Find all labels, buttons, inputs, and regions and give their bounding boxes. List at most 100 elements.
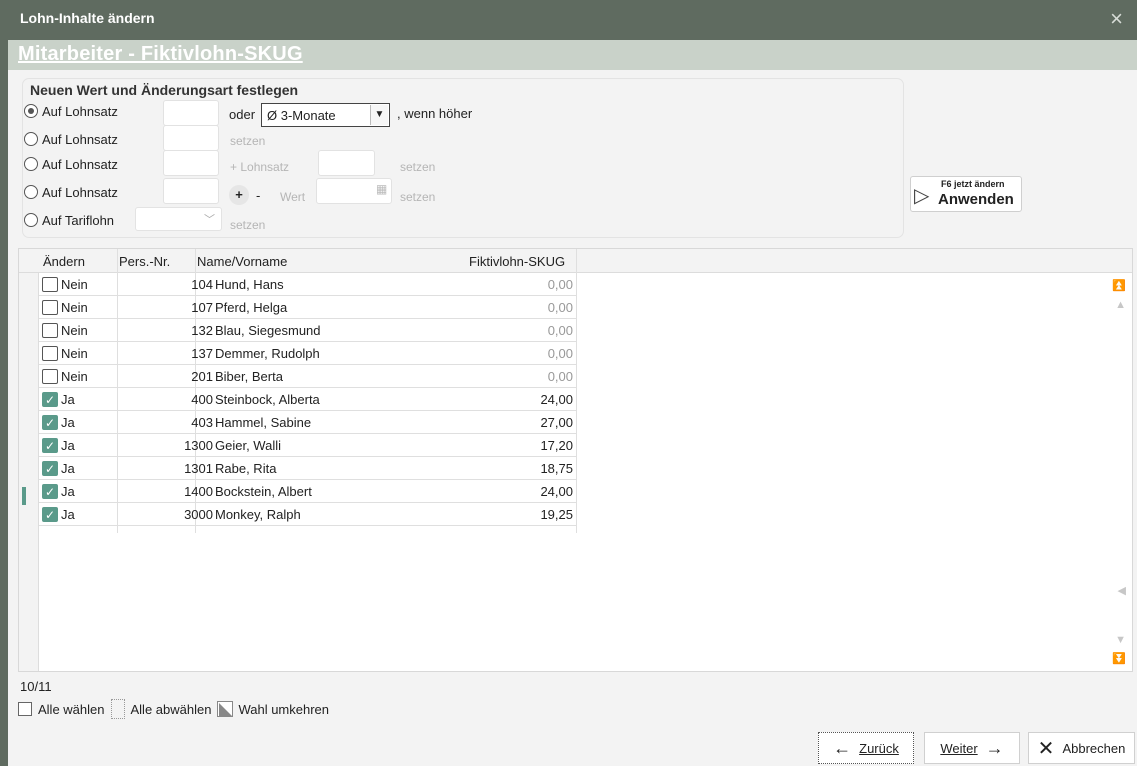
back-label: Zurück [859, 740, 899, 756]
header-band: Mitarbeiter - Fiktivlohn-SKUG [8, 40, 1137, 70]
next-label: Weiter [940, 740, 978, 756]
panel-title: Neuen Wert und Änderungsart festlegen [30, 82, 299, 98]
column-header-aendern[interactable]: Ändern [43, 254, 85, 269]
deselect-all-icon[interactable] [110, 699, 125, 719]
employee-name: Pferd, Helga [215, 300, 288, 315]
column-header-persnr[interactable]: Pers.-Nr. [119, 254, 170, 269]
select-all-icon[interactable] [18, 702, 32, 716]
table-row[interactable]: ✓ Ja 3000 Monkey, Ralph 19,25 [39, 503, 577, 526]
radio-button[interactable] [24, 185, 38, 199]
change-checkbox[interactable] [42, 300, 58, 315]
select-all-button[interactable]: Alle wählen [38, 702, 105, 717]
table-row[interactable]: Nein 104 Hund, Hans 0,00 [39, 273, 577, 296]
calculator-icon[interactable]: ▦ [376, 182, 387, 196]
radio-button[interactable] [24, 104, 38, 118]
pers-nr: 1301 [184, 461, 213, 476]
change-checkbox[interactable]: ✓ [42, 461, 58, 476]
table-row[interactable]: Nein 201 Biber, Berta 0,00 [39, 365, 577, 388]
average-select[interactable]: Ø 3-Monate ▼ [261, 103, 390, 127]
deselect-all-button[interactable]: Alle abwählen [131, 702, 212, 717]
option-tariflohn[interactable]: Auf Tariflohn [24, 210, 114, 230]
lohnsatz-input-4[interactable] [163, 178, 219, 204]
minus-label[interactable]: - [256, 188, 260, 203]
change-checkbox[interactable] [42, 323, 58, 338]
column-header-fiktivlohn[interactable]: Fiktivlohn-SKUG [469, 254, 565, 269]
change-checkbox[interactable]: ✓ [42, 438, 58, 453]
chevron-down-icon[interactable]: ▼ [370, 105, 388, 125]
change-label: Ja [61, 484, 75, 499]
table-row[interactable]: Nein 137 Demmer, Rudolph 0,00 [39, 342, 577, 365]
wert-label: Wert [280, 190, 306, 204]
cancel-label: Abbrechen [1062, 740, 1126, 756]
column-header-name[interactable]: Name/Vorname [197, 254, 287, 269]
fiktivlohn-value: 18,75 [540, 461, 573, 476]
lohnsatz-plus-input[interactable] [318, 150, 375, 176]
change-label: Nein [61, 323, 88, 338]
pers-nr: 3000 [184, 507, 213, 522]
change-label: Nein [61, 277, 88, 292]
lohnsatz-input-2[interactable] [163, 125, 219, 151]
fiktivlohn-value: 0,00 [547, 277, 573, 292]
setzen-label: setzen [230, 134, 266, 148]
lohnsatz-input-1[interactable] [163, 100, 219, 126]
cancel-button[interactable]: ✕ Abbrechen [1028, 732, 1135, 764]
change-checkbox[interactable]: ✓ [42, 484, 58, 499]
option-lohnsatz-plus[interactable]: Auf Lohnsatz [24, 154, 118, 174]
fiktivlohn-value: 17,20 [540, 438, 573, 453]
back-button[interactable]: ← Zurück [818, 732, 914, 764]
table-row[interactable]: ✓ Ja 403 Hammel, Sabine 27,00 [39, 411, 577, 434]
table-row[interactable]: ✓ Ja 400 Steinbock, Alberta 24,00 [39, 388, 577, 411]
change-checkbox[interactable]: ✓ [42, 507, 58, 522]
wenn-hoeher-label: , wenn höher [397, 106, 473, 121]
next-button[interactable]: Weiter → [924, 732, 1020, 764]
pers-nr: 104 [191, 277, 213, 292]
radio-button[interactable] [24, 213, 38, 227]
radio-button[interactable] [24, 157, 38, 171]
scroll-top-icon[interactable]: ⏫ [1112, 279, 1126, 292]
option-label: Auf Lohnsatz [42, 131, 118, 147]
employee-name: Rabe, Rita [215, 461, 277, 476]
scroll-bottom-icon[interactable]: ⏬ [1112, 652, 1126, 665]
scroll-up-icon[interactable]: ▲ [1115, 299, 1126, 311]
current-row-marker [22, 487, 26, 505]
change-label: Ja [61, 415, 75, 430]
table-row[interactable]: Nein 107 Pferd, Helga 0,00 [39, 296, 577, 319]
fiktivlohn-value: 27,00 [540, 415, 573, 430]
left-strip [0, 40, 8, 766]
change-checkbox[interactable] [42, 346, 58, 361]
change-label: Nein [61, 300, 88, 315]
employee-name: Demmer, Rudolph [215, 346, 320, 361]
change-checkbox[interactable] [42, 277, 58, 292]
setzen-label: setzen [230, 218, 266, 232]
fiktivlohn-value: 0,00 [547, 369, 573, 384]
option-label: Auf Tariflohn [42, 212, 115, 228]
option-lohnsatz-wert[interactable]: Auf Lohnsatz [24, 182, 118, 202]
table-row[interactable]: Nein 132 Blau, Siegesmund 0,00 [39, 319, 577, 342]
option-lohnsatz-setzen[interactable]: Auf Lohnsatz [24, 129, 118, 149]
chevron-down-icon[interactable]: ﹀ [204, 211, 215, 227]
change-checkbox[interactable]: ✓ [42, 415, 58, 430]
plus-toggle-button[interactable]: + [229, 185, 249, 205]
invert-selection-button[interactable]: Wahl umkehren [238, 702, 329, 717]
option-lohnsatz-durchschnitt[interactable]: Auf Lohnsatz [24, 101, 118, 121]
pers-nr: 400 [191, 392, 213, 407]
employee-name: Monkey, Ralph [215, 507, 301, 522]
pers-nr: 1300 [184, 438, 213, 453]
close-icon[interactable]: × [1110, 6, 1123, 32]
pers-nr: 201 [191, 369, 213, 384]
table-row[interactable]: ✓ Ja 1400 Bockstein, Albert 24,00 [39, 480, 577, 503]
selection-toolbar: Alle wählen Alle abwählen Wahl umkehren [18, 698, 329, 720]
lohnsatz-input-3[interactable] [163, 150, 219, 176]
table-row[interactable]: ✓ Ja 1301 Rabe, Rita 18,75 [39, 457, 577, 480]
apply-button[interactable]: ▷ F6 jetzt ändern Anwenden [910, 176, 1022, 212]
change-checkbox[interactable] [42, 369, 58, 384]
tariflohn-select[interactable]: ﹀ [135, 207, 222, 231]
radio-button[interactable] [24, 132, 38, 146]
scroll-left-icon[interactable]: ◀ [1118, 584, 1126, 597]
table-row[interactable]: ✓ Ja 1300 Geier, Walli 17,20 [39, 434, 577, 457]
change-checkbox[interactable]: ✓ [42, 392, 58, 407]
fiktivlohn-value: 0,00 [547, 323, 573, 338]
pers-nr: 1400 [184, 484, 213, 499]
invert-selection-icon[interactable] [217, 701, 234, 717]
scroll-down-icon[interactable]: ▼ [1115, 634, 1126, 646]
